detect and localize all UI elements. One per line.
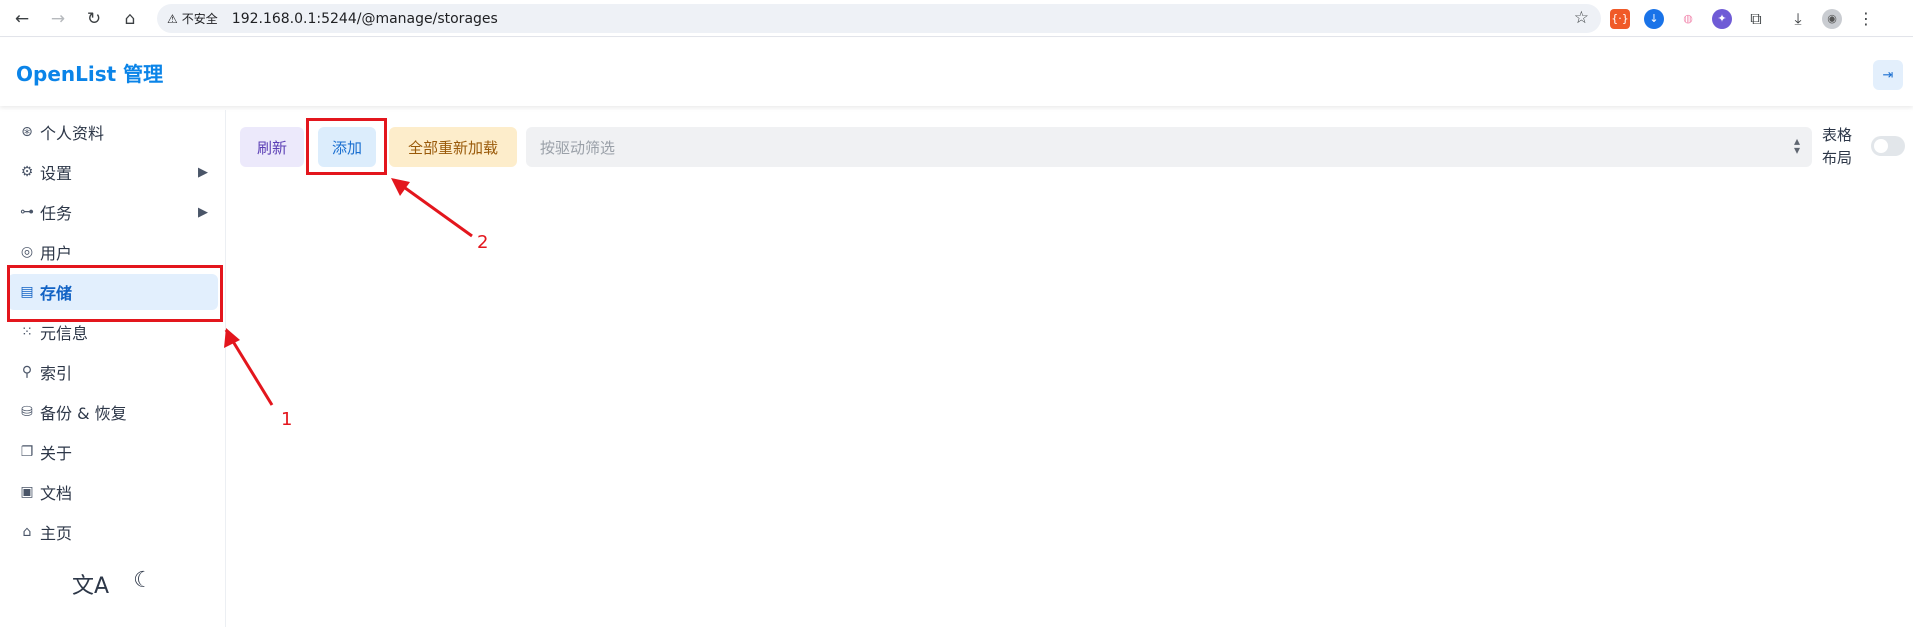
arrowhead-add bbox=[391, 178, 410, 196]
annotation-arrows bbox=[224, 178, 473, 406]
annotation-label-2: 2 bbox=[477, 232, 489, 253]
arrowhead-storage bbox=[224, 328, 240, 348]
arrow-to-add bbox=[393, 178, 473, 238]
annotation-label-1: 1 bbox=[281, 409, 293, 430]
